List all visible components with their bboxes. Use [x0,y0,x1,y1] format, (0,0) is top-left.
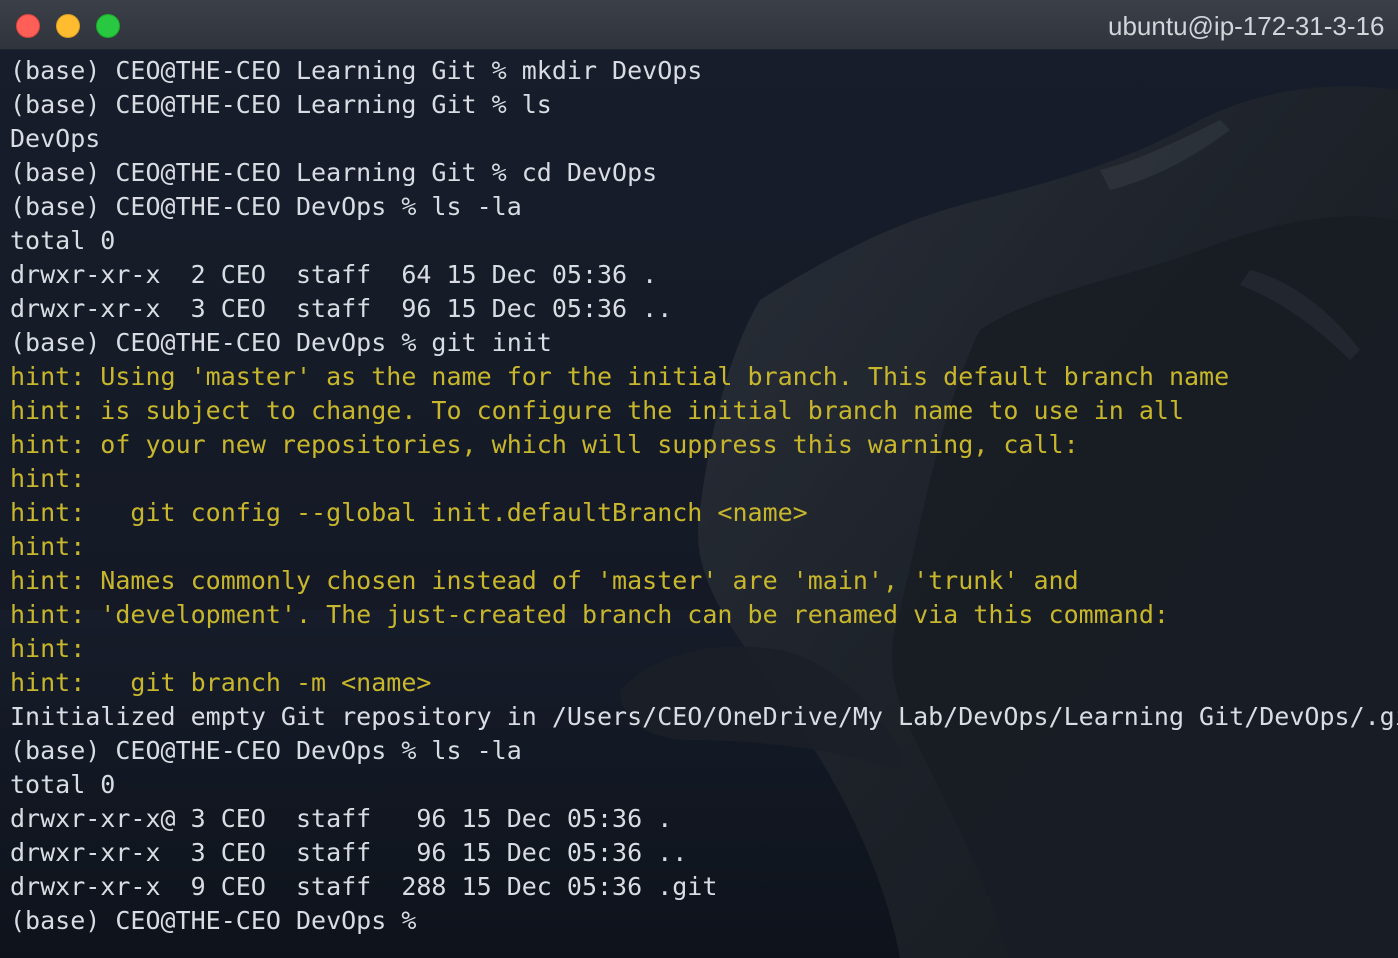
terminal-hint-line: hint: [10,464,86,493]
terminal-output-area[interactable]: (base) CEO@THE-CEO Learning Git % mkdir … [0,50,1398,958]
terminal-line: drwxr-xr-x 3 CEO staff 96 15 Dec 05:36 .… [10,838,688,867]
terminal-hint-line: hint: 'development'. The just-created br… [10,600,1169,629]
terminal-line: (base) CEO@THE-CEO DevOps % [10,906,417,935]
terminal-hint-line: hint: Names commonly chosen instead of '… [10,566,1079,595]
close-window-button[interactable] [16,14,40,38]
terminal-hint-line: hint: is subject to change. To configure… [10,396,1184,425]
terminal-lines: (base) CEO@THE-CEO Learning Git % mkdir … [10,54,1398,938]
terminal-line: Initialized empty Git repository in /Use… [10,702,1398,731]
terminal-line: drwxr-xr-x 3 CEO staff 96 15 Dec 05:36 .… [10,294,673,323]
terminal-line: DevOps [10,124,101,153]
title-bar[interactable]: ubuntu@ip-172-31-3-16 [0,0,1398,50]
maximize-window-button[interactable] [96,14,120,38]
terminal-hint-line: hint: git config --global init.defaultBr… [10,498,808,527]
terminal-hint-line: hint: git branch -m <name> [10,668,432,697]
terminal-line: (base) CEO@THE-CEO Learning Git % ls [10,90,552,119]
window-title: ubuntu@ip-172-31-3-16 [1108,11,1385,41]
terminal-line: drwxr-xr-x@ 3 CEO staff 96 15 Dec 05:36 … [10,804,673,833]
terminal-line: (base) CEO@THE-CEO DevOps % ls -la [10,736,522,765]
terminal-line: total 0 [10,226,116,255]
terminal-line: (base) CEO@THE-CEO Learning Git % cd Dev… [10,158,658,187]
terminal-line: (base) CEO@THE-CEO Learning Git % mkdir … [10,56,703,85]
terminal-hint-line: hint: [10,634,86,663]
terminal-line: drwxr-xr-x 9 CEO staff 288 15 Dec 05:36 … [10,872,718,901]
terminal-window: ubuntu@ip-172-31-3-16 (base) CEO@THE-CEO… [0,0,1398,958]
terminal-line: (base) CEO@THE-CEO DevOps % git init [10,328,552,357]
terminal-hint-line: hint: of your new repositories, which wi… [10,430,1079,459]
terminal-line: drwxr-xr-x 2 CEO staff 64 15 Dec 05:36 . [10,260,658,289]
terminal-hint-line: hint: [10,532,86,561]
minimize-window-button[interactable] [56,14,80,38]
terminal-line: (base) CEO@THE-CEO DevOps % ls -la [10,192,522,221]
terminal-hint-line: hint: Using 'master' as the name for the… [10,362,1230,391]
terminal-line: total 0 [10,770,116,799]
